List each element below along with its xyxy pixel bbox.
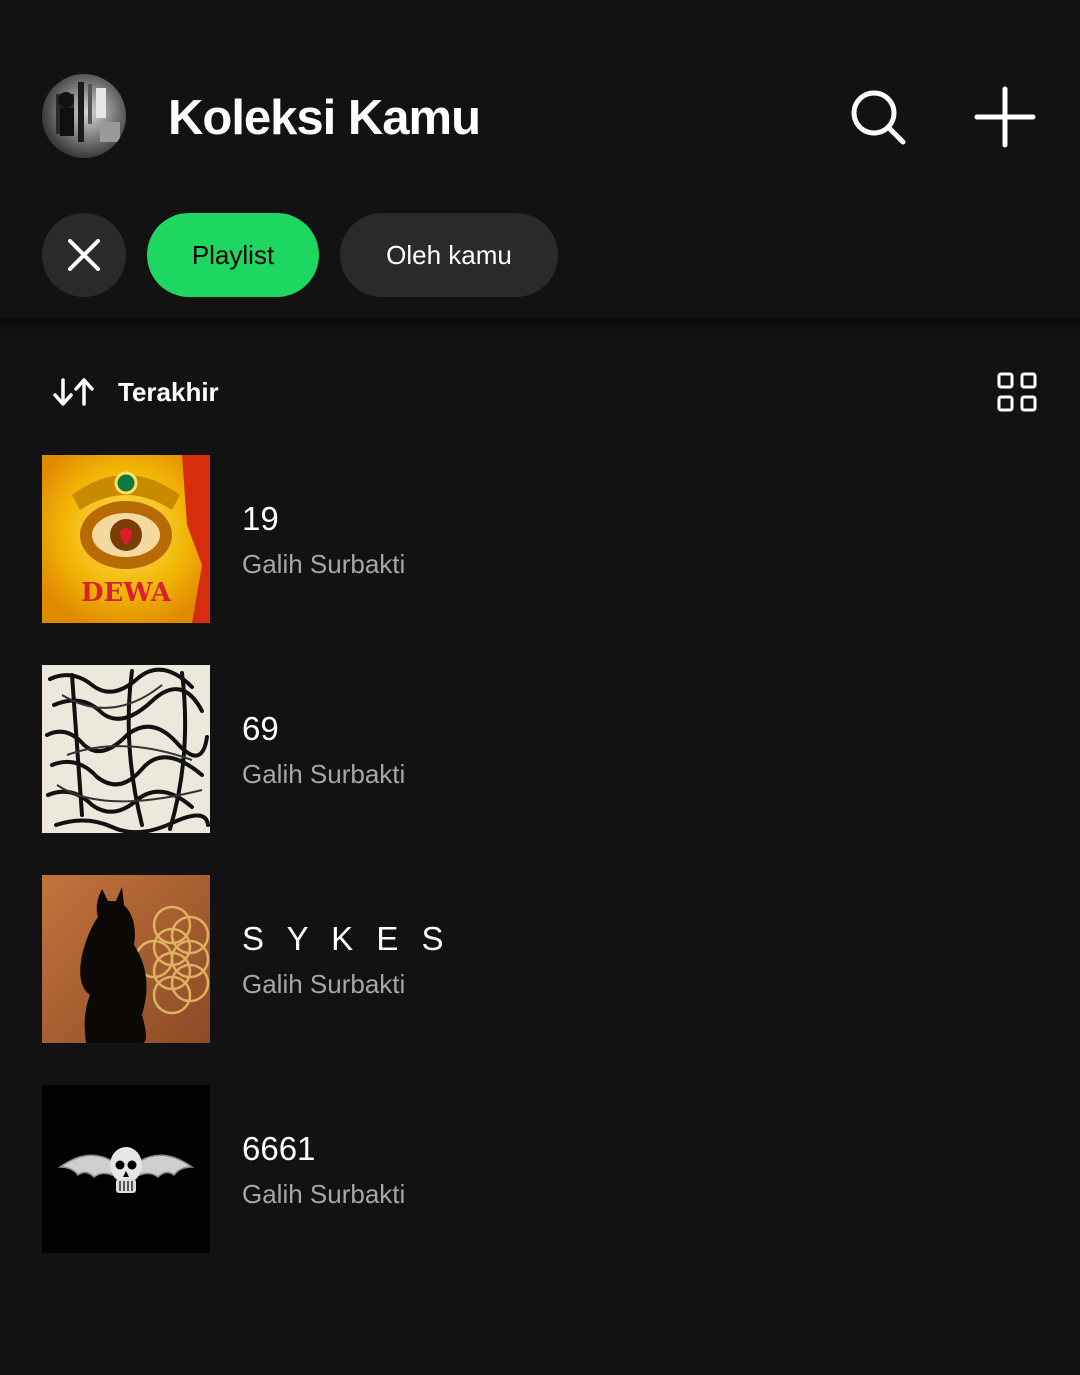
playlist-cover: DEWA [42, 455, 210, 623]
create-button[interactable] [970, 82, 1040, 152]
sort-arrows-icon [53, 378, 94, 406]
filter-chip-by-you[interactable]: Oleh kamu [340, 213, 558, 297]
playlist-owner: Galih Surbakti [242, 759, 406, 789]
page-title: Koleksi Kamu [168, 91, 481, 145]
playlist-list: DEWA 19 Galih Surbakti 69 Galih Surbakti… [0, 455, 1080, 1295]
playlist-title: 6661 [242, 1130, 316, 1167]
playlist-cover [42, 875, 210, 1043]
playlist-title: 69 [242, 710, 279, 747]
list-item[interactable]: 6661 Galih Surbakti [0, 1085, 1080, 1295]
playlist-cover [42, 1085, 210, 1253]
avatar[interactable] [42, 74, 126, 158]
list-item[interactable]: 69 Galih Surbakti [0, 665, 1080, 875]
search-button[interactable] [843, 82, 913, 152]
view-toggle-button[interactable] [990, 366, 1044, 418]
close-icon [68, 239, 100, 271]
grid-view-icon [997, 372, 1037, 412]
cover-text: DEWA [81, 578, 172, 608]
sort-button[interactable]: Terakhir [52, 366, 219, 418]
list-item[interactable]: S Y K E S Galih Surbakti [0, 875, 1080, 1085]
search-icon [851, 90, 906, 145]
playlist-owner: Galih Surbakti [242, 549, 406, 579]
sort-label: Terakhir [118, 376, 219, 407]
playlist-owner: Galih Surbakti [242, 969, 406, 999]
clear-filters-button[interactable] [42, 213, 126, 297]
top-bar: Koleksi Kamu Playlist Oleh kamu [0, 0, 1080, 318]
list-item[interactable]: DEWA 19 Galih Surbakti [0, 455, 1080, 665]
playlist-owner: Galih Surbakti [242, 1179, 406, 1209]
playlist-title: S Y K E S [242, 920, 451, 957]
playlist-cover [42, 665, 210, 833]
playlist-title: 19 [242, 500, 279, 537]
plus-icon [974, 86, 1036, 148]
filter-chip-playlist[interactable]: Playlist [147, 213, 319, 297]
